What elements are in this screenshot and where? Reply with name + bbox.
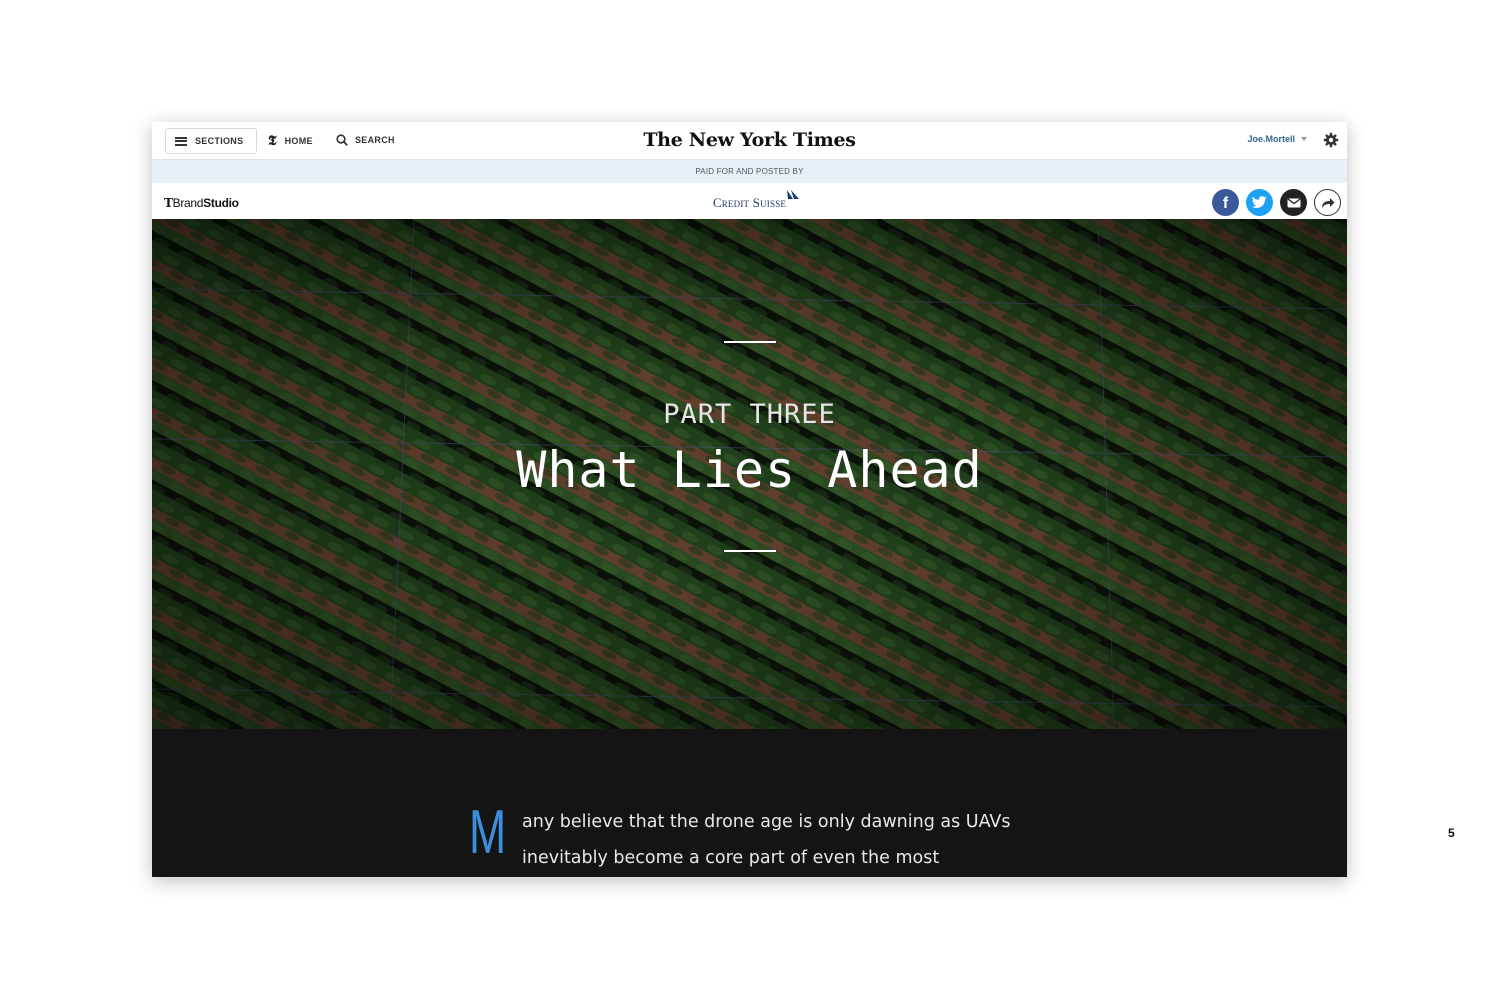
- chevron-down-icon: [1301, 137, 1307, 141]
- divider-top: [724, 341, 776, 343]
- hero-title-block: PART THREE What Lies Ahead: [152, 219, 1347, 729]
- gear-icon[interactable]: [1323, 132, 1339, 148]
- brand-bar: TBrandStudio Credit Suisse f: [152, 183, 1347, 219]
- email-share-button[interactable]: [1280, 189, 1307, 216]
- paid-post-banner: PAID FOR AND POSTED BY: [152, 160, 1347, 183]
- hero-image: PART THREE What Lies Ahead: [152, 219, 1347, 729]
- share-more-button[interactable]: [1314, 189, 1341, 216]
- article-body: M any believe that the drone age is only…: [152, 729, 1347, 877]
- paragraph-line-2: inevitably become a core part of even th…: [522, 848, 940, 868]
- paragraph-line-1: any believe that the drone age is only d…: [522, 812, 1011, 832]
- sponsor-name: Credit Suisse: [712, 190, 800, 210]
- article-paragraph: any believe that the drone age is only d…: [522, 804, 1062, 876]
- facebook-icon: f: [1222, 195, 1229, 212]
- article-page: SECTIONS 𝕿 HOME SEARCH The New York Time…: [152, 122, 1347, 877]
- part-kicker: PART THREE: [663, 399, 836, 430]
- share-icon: [1321, 197, 1334, 208]
- top-nav-bar: SECTIONS 𝕿 HOME SEARCH The New York Time…: [152, 122, 1347, 160]
- twitter-share-button[interactable]: [1246, 189, 1273, 216]
- facebook-share-button[interactable]: f: [1212, 189, 1239, 216]
- user-account-menu[interactable]: Joe.Mortell: [1247, 134, 1307, 144]
- divider-bottom: [724, 550, 776, 552]
- user-name: Joe.Mortell: [1247, 134, 1295, 144]
- email-icon: [1287, 197, 1300, 207]
- sponsor-logo[interactable]: Credit Suisse: [152, 190, 1347, 212]
- sails-logo-icon: [787, 190, 800, 199]
- twitter-icon: [1252, 196, 1267, 208]
- drop-cap: M: [469, 798, 507, 867]
- sponsor-name-text: Credit Suisse: [712, 195, 787, 210]
- article-headline: What Lies Ahead: [516, 441, 983, 499]
- nyt-masthead-logo[interactable]: The New York Times: [152, 129, 1347, 151]
- slide-number: 5: [1448, 826, 1455, 840]
- share-toolbar: f: [1212, 189, 1341, 216]
